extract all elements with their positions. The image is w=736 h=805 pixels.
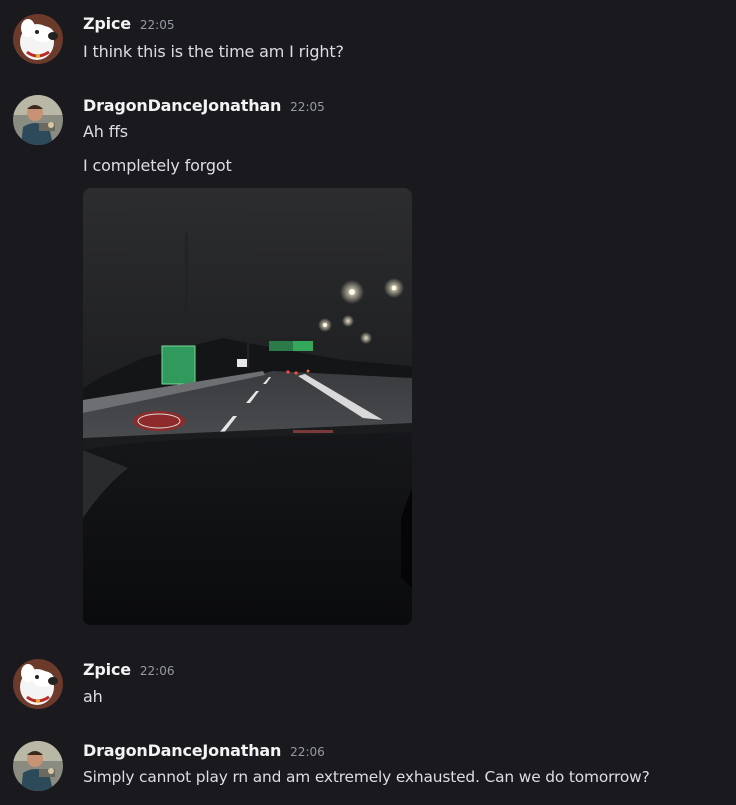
image-attachment[interactable]	[83, 188, 412, 625]
user-avatar[interactable]	[13, 14, 63, 64]
white-cartoon-dog-avatar	[13, 659, 63, 709]
username[interactable]: DragonDanceJonathan	[83, 96, 281, 115]
message-header: Zpice 22:05	[83, 14, 174, 36]
night-highway-photo	[83, 188, 412, 625]
username[interactable]: Zpice	[83, 660, 131, 679]
white-cartoon-dog-avatar	[13, 14, 63, 64]
person-photo-avatar	[13, 95, 63, 145]
user-avatar[interactable]	[13, 659, 63, 709]
message-text: I completely forgot	[83, 156, 232, 175]
chat-message-list: Zpice 22:05 I think this is the time am …	[0, 0, 736, 805]
timestamp[interactable]: 22:05	[290, 100, 325, 114]
username[interactable]: Zpice	[83, 14, 131, 33]
message-text: I think this is the time am I right?	[83, 42, 344, 61]
message-header: DragonDanceJonathan 22:06	[83, 741, 325, 763]
timestamp[interactable]: 22:06	[290, 745, 325, 759]
message-text: Ah ffs	[83, 122, 128, 141]
user-avatar[interactable]	[13, 741, 63, 791]
username[interactable]: DragonDanceJonathan	[83, 741, 281, 760]
person-photo-avatar	[13, 741, 63, 791]
message-header: DragonDanceJonathan 22:05	[83, 96, 325, 118]
timestamp[interactable]: 22:06	[140, 664, 175, 678]
message-text: Simply cannot play rn and am extremely e…	[83, 768, 650, 786]
message-header: Zpice 22:06	[83, 660, 174, 682]
timestamp[interactable]: 22:05	[140, 18, 175, 32]
user-avatar[interactable]	[13, 95, 63, 145]
message-text: ah	[83, 687, 103, 706]
